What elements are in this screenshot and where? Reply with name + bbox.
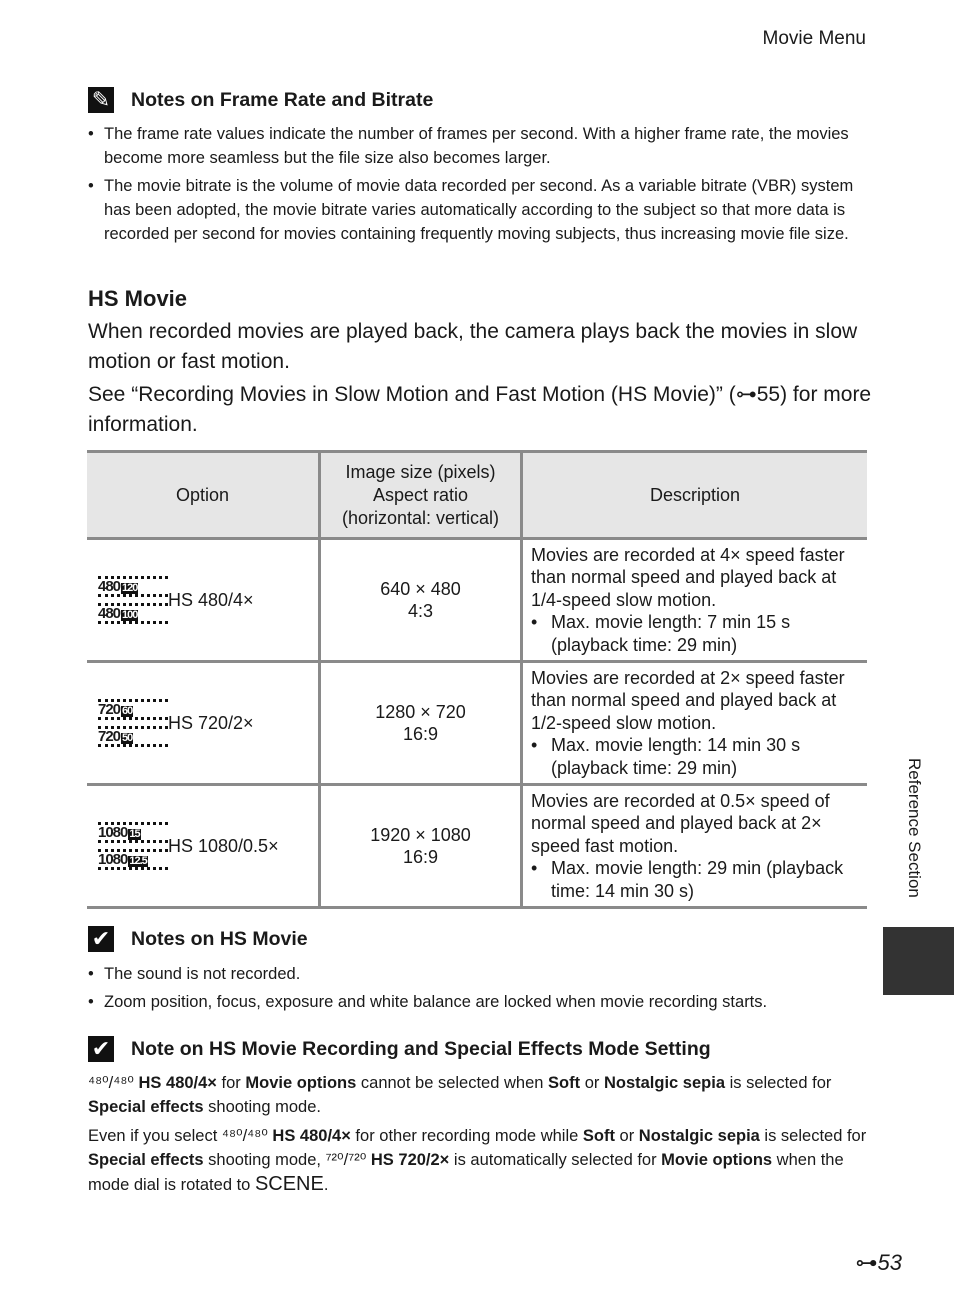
note-title: Notes on Frame Rate and Bitrate (131, 88, 434, 111)
option-cell: 1080 15 1080 12.5 HS 1080/0.5× (87, 784, 320, 909)
hs480-icons: ⁴⁸⁰/⁴⁸⁰ (88, 1074, 134, 1092)
option-label: HS 720/2× (168, 712, 254, 733)
list-item: The frame rate values indicate the numbe… (88, 122, 863, 170)
note-hs-movie-list: The sound is not recorded. Zoom position… (88, 962, 863, 1018)
description-cell: Movies are recorded at 2× speed faster t… (520, 661, 867, 786)
option-label: HS 1080/0.5× (168, 835, 279, 856)
note-special-effects-heading: ✔ Note on HS Movie Recording and Special… (88, 1036, 711, 1062)
page-number: ⊶53 (855, 1250, 902, 1275)
size-cell: 640 × 480 4:3 (318, 538, 522, 663)
side-section-label: Reference Section (905, 758, 924, 898)
check-icon: ✔ (88, 926, 114, 952)
note-title: Note on HS Movie Recording and Special E… (131, 1037, 711, 1060)
note-special-effects-p2: Even if you select ⁴⁸⁰/⁴⁸⁰ HS 480/4× for… (88, 1127, 867, 1195)
list-item: The movie bitrate is the volume of movie… (88, 174, 863, 246)
size-cell: 1280 × 720 16:9 (318, 661, 522, 786)
side-thumb-tab (883, 927, 954, 995)
option-cell: 720 60 720 50 HS 720/2× (87, 661, 320, 786)
col-header-option: Option (87, 450, 320, 540)
movie-mode-1080-12.5-icon: 1080 12.5 (98, 849, 168, 870)
option-cell: 480 120 480 100 HS 480/4× (87, 538, 320, 663)
description-cell: Movies are recorded at 4× speed faster t… (520, 538, 867, 663)
list-item: Zoom position, focus, exposure and white… (88, 990, 863, 1014)
movie-mode-480-100-icon: 480 100 (98, 603, 168, 624)
check-icon: ✔ (88, 1036, 114, 1062)
table-row: 480 120 480 100 HS 480/4× 640 × 480 4:3 Movie… (87, 538, 867, 663)
col-header-size: Image size (pixels) Aspect ratio (horizont… (318, 450, 522, 540)
pencil-note-icon: ✎ (88, 87, 114, 113)
table-row: 1080 15 1080 12.5 HS 1080/0.5× 1920 × 1080 16… (87, 784, 867, 909)
note-special-effects-p1: ⁴⁸⁰/⁴⁸⁰ HS 480/4× for Movie options cann… (88, 1074, 832, 1116)
note-frame-rate-list: The frame rate values indicate the numbe… (88, 122, 863, 250)
note-hs-movie-heading: ✔ Notes on HS Movie (88, 926, 308, 952)
running-head: Movie Menu (762, 28, 867, 49)
table-row: 720 60 720 50 HS 720/2× 1280 × 720 16:9 Movie… (87, 661, 867, 786)
movie-mode-720-50-icon: 720 50 (98, 726, 168, 747)
description-cell: Movies are recorded at 0.5× speed of nor… (520, 784, 867, 909)
note-title: Notes on HS Movie (131, 927, 308, 950)
note-frame-rate-heading: ✎ Notes on Frame Rate and Bitrate (88, 87, 433, 113)
hs720-icons: ⁷²⁰/⁷²⁰ (325, 1151, 371, 1169)
section-title: HS Movie (88, 286, 188, 311)
movie-mode-720-60-icon: 720 60 (98, 699, 168, 720)
movie-mode-480-120-icon: 480 120 (98, 576, 168, 597)
section-crossref[interactable]: See “Recording Movies in Slow Motion and… (88, 380, 878, 440)
scene-mode-icon: SCENE (254, 1173, 324, 1195)
section-para: When recorded movies are played back, th… (88, 320, 858, 373)
hs-movie-table: Option Image size (pixels) Aspect ratio (h… (87, 450, 867, 909)
option-label: HS 480/4× (168, 589, 254, 610)
list-item: The sound is not recorded. (88, 962, 863, 986)
size-cell: 1920 × 1080 16:9 (318, 784, 522, 909)
col-header-description: Description (520, 450, 867, 540)
movie-mode-1080-15-icon: 1080 15 (98, 822, 168, 843)
hs480-icons: ⁴⁸⁰/⁴⁸⁰ (221, 1127, 273, 1145)
